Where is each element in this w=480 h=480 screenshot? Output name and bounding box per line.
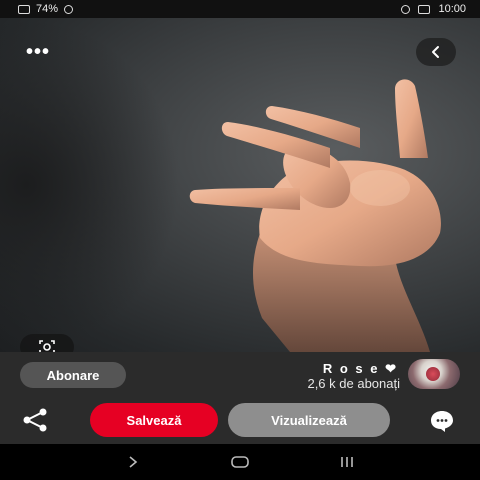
system-nav-bar (0, 444, 480, 480)
creator-name[interactable]: R o s e ❤ (323, 361, 398, 377)
creator-followers: 2,6 k de abonați (307, 376, 400, 391)
nav-back-icon (129, 456, 138, 468)
back-button[interactable] (416, 38, 456, 66)
battery-level: 74% (36, 3, 59, 15)
notification-icon (418, 4, 431, 14)
chevron-back-icon (432, 46, 439, 58)
nav-recents-button[interactable] (332, 447, 362, 477)
more-dots-icon: ••• (25, 40, 50, 63)
battery-icon (18, 4, 30, 14)
comment-icon (431, 411, 453, 432)
nav-back-button[interactable] (118, 447, 148, 477)
status-left: 74% (18, 3, 74, 15)
nav-recents-icon (340, 457, 353, 467)
more-options-button[interactable]: ••• (18, 38, 58, 66)
action-row: Salvează Vizualizează (0, 396, 480, 444)
visual-search-icon (39, 340, 55, 352)
clock: 10:00 (438, 3, 466, 15)
hand-illustration (189, 79, 441, 352)
visit-button[interactable]: Vizualizează (228, 403, 390, 437)
share-button[interactable] (22, 408, 48, 432)
share-icon (23, 408, 47, 432)
status-bar: 74% 10:00 (0, 0, 480, 18)
nav-home-icon (231, 456, 249, 468)
status-right: 10:00 (401, 3, 466, 15)
visual-search-button[interactable] (20, 334, 74, 352)
pin-image[interactable]: ••• (0, 18, 480, 352)
avatar[interactable] (408, 359, 460, 389)
save-button[interactable]: Salvează (90, 403, 218, 437)
wifi-icon (64, 4, 74, 14)
creator-row: Abonare R o s e ❤ 2,6 k de abonați (0, 352, 480, 396)
nav-home-button[interactable] (225, 447, 255, 477)
alarm-icon (401, 4, 411, 14)
comment-button[interactable] (428, 408, 456, 434)
follow-button[interactable]: Abonare (20, 362, 126, 388)
pin-details-panel: Abonare R o s e ❤ 2,6 k de abonați Salve… (0, 352, 480, 444)
